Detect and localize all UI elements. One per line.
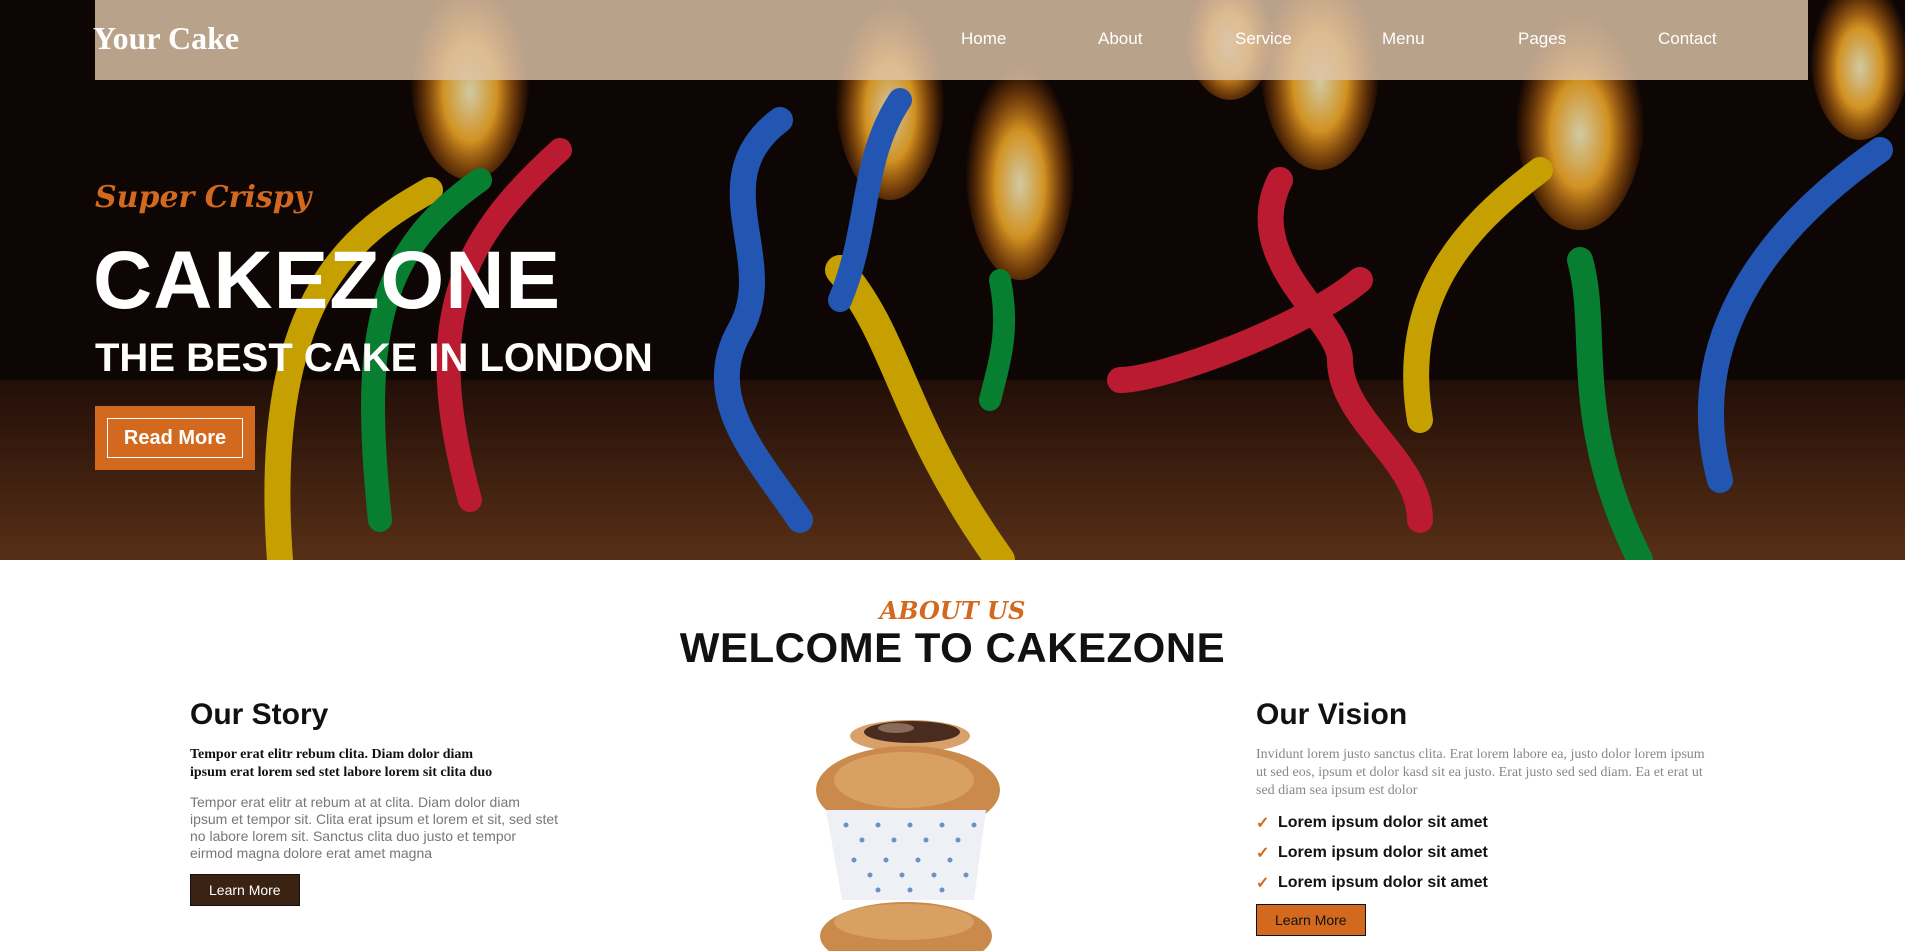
read-more-button-label: Read More [107,418,243,458]
story-learn-more-button[interactable]: Learn More [190,874,300,906]
nav-link-service[interactable]: Service [1235,29,1292,49]
list-item-text: Lorem ipsum dolor sit amet [1278,814,1488,831]
our-story-section: Our Story Tempor erat elitr rebum clita.… [190,698,570,906]
list-item: ✓ Lorem ipsum dolor sit amet [1256,808,1726,838]
our-story-lead: Tempor erat elitr rebum clita. Diam dolo… [190,747,493,780]
cupcake-image [786,710,1026,951]
hero-subtitle: THE BEST CAKE IN LONDON [95,336,653,380]
about-eyebrow: ABOUT US [879,596,1026,625]
list-item: ✓ Lorem ipsum dolor sit amet [1256,838,1726,868]
vision-checklist: ✓ Lorem ipsum dolor sit amet ✓ Lorem ips… [1256,808,1726,898]
nav-link-contact[interactable]: Contact [1658,29,1717,49]
check-icon: ✓ [1256,845,1270,862]
about-title: WELCOME TO CAKEZONE [679,624,1226,671]
nav-link-home[interactable]: Home [961,29,1006,49]
check-icon: ✓ [1256,815,1270,832]
read-more-button[interactable]: Read More [95,406,255,470]
nav-link-menu[interactable]: Menu [1382,29,1425,49]
list-item: ✓ Lorem ipsum dolor sit amet [1256,868,1726,898]
hero-section: Your Cake Home About Service Menu Pages … [0,0,1905,560]
nav-link-pages[interactable]: Pages [1518,29,1566,49]
list-item-text: Lorem ipsum dolor sit amet [1278,844,1488,861]
our-story-heading: Our Story [190,698,329,731]
hero-tagline: Super Crispy [95,180,312,215]
top-navbar: Your Cake Home About Service Menu Pages … [93,0,1808,80]
our-vision-heading: Our Vision [1256,698,1408,731]
brand-logo[interactable]: Your Cake [93,20,239,57]
our-vision-body: Invidunt lorem justo sanctus clita. Erat… [1256,747,1705,798]
nav-link-about[interactable]: About [1098,29,1142,49]
our-story-body: Tempor erat elitr at rebum at at clita. … [190,794,559,861]
check-icon: ✓ [1256,875,1270,892]
hero-title: CAKEZONE [93,235,562,326]
list-item-text: Lorem ipsum dolor sit amet [1278,874,1488,891]
our-vision-section: Our Vision Invidunt lorem justo sanctus … [1256,698,1726,936]
vision-learn-more-button[interactable]: Learn More [1256,904,1366,936]
